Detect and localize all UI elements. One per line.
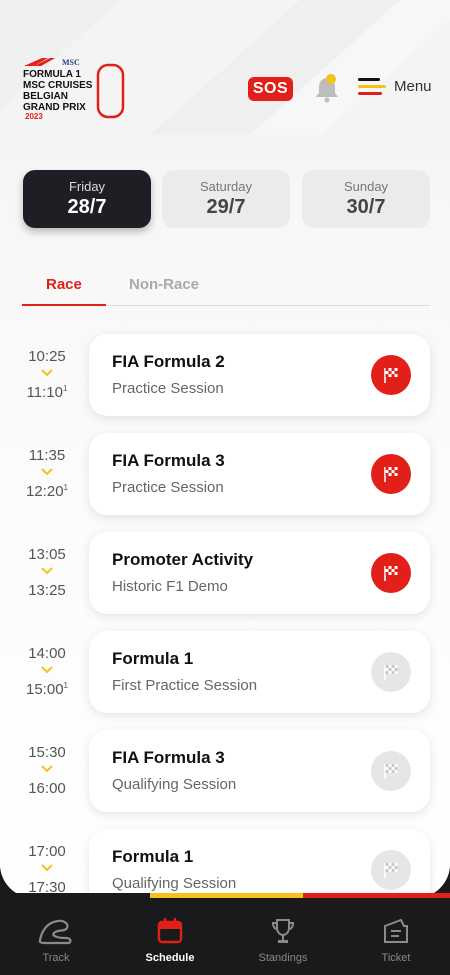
- session-card[interactable]: FIA Formula 3 Practice Session: [89, 433, 430, 515]
- menu-button[interactable]: Menu: [358, 76, 432, 96]
- day-date: 28/7: [67, 196, 107, 218]
- calendar-icon: [157, 918, 183, 944]
- end-time-marker: 1: [63, 483, 68, 492]
- chevron-down-icon: [41, 468, 53, 476]
- session-title: Formula 1: [112, 847, 194, 866]
- day-saturday[interactable]: Saturday 29/7: [162, 170, 290, 228]
- checkered-flag-icon[interactable]: [371, 553, 411, 593]
- day-name: Sunday: [343, 179, 389, 194]
- active-tab-indicator: [22, 304, 106, 306]
- category-tabs: Race Non-Race: [22, 268, 430, 306]
- schedule-row: 13:05 13:25 Promoter Activity Historic F…: [0, 532, 450, 614]
- start-time: 11:35: [28, 447, 66, 464]
- session-title: Formula 1: [112, 649, 194, 668]
- svg-text:2023: 2023: [25, 112, 43, 121]
- checkered-flag-icon[interactable]: [371, 850, 411, 890]
- end-time-value: 16:00: [28, 780, 66, 797]
- menu-label: Menu: [394, 77, 432, 95]
- session-subtitle: Qualifying Session: [112, 875, 237, 892]
- end-time-value: 15:00: [26, 681, 64, 698]
- checkered-flag-icon[interactable]: [371, 454, 411, 494]
- bottom-nav: Track Schedule Standings Ticket: [0, 898, 450, 975]
- day-name: Saturday: [199, 179, 253, 194]
- end-time: 11:101: [18, 384, 76, 401]
- tab-race[interactable]: Race: [46, 276, 82, 293]
- session-title: FIA Formula 2: [112, 352, 225, 371]
- end-time-marker: 1: [62, 384, 68, 393]
- ticket-icon: [384, 918, 408, 943]
- session-title: FIA Formula 3: [112, 748, 225, 767]
- svg-text:MSC: MSC: [62, 58, 80, 67]
- start-time: 13:05: [28, 546, 66, 563]
- nav-label: Track: [42, 952, 70, 964]
- schedule-row: 14:00 15:001 Formula 1 First Practice Se…: [0, 631, 450, 713]
- schedule-row: 17:00 17:30 Formula 1 Qualifying Session: [0, 829, 450, 898]
- belgian-gp-logo[interactable]: MSC FORMULA 1 MSC CRUISES BELGIAN GRAND …: [22, 56, 126, 122]
- end-time: 13:25: [18, 582, 76, 599]
- end-time: 15:001: [18, 681, 76, 698]
- end-time-value: 12:20: [26, 483, 64, 500]
- session-title: Promoter Activity: [112, 550, 254, 569]
- chevron-down-icon: [41, 666, 53, 674]
- session-card[interactable]: Promoter Activity Historic F1 Demo: [89, 532, 430, 614]
- session-card[interactable]: Formula 1 Qualifying Session: [89, 829, 430, 898]
- start-time: 14:00: [28, 645, 66, 662]
- notification-dot: [326, 74, 336, 84]
- end-time-value: 13:25: [28, 582, 66, 599]
- svg-text:FORMULA 1: FORMULA 1: [23, 69, 81, 80]
- chevron-down-icon: [41, 765, 53, 773]
- nav-ticket[interactable]: Ticket: [340, 916, 450, 964]
- nav-standings[interactable]: Standings: [227, 916, 339, 964]
- session-card[interactable]: FIA Formula 2 Practice Session: [89, 334, 430, 416]
- chevron-down-icon: [41, 864, 53, 872]
- tab-non-race[interactable]: Non-Race: [129, 276, 199, 293]
- app-screen: MSC FORMULA 1 MSC CRUISES BELGIAN GRAND …: [0, 0, 450, 898]
- nav-label: Schedule: [145, 952, 195, 964]
- start-time: 17:00: [28, 843, 66, 860]
- day-name: Friday: [68, 179, 106, 194]
- session-title: FIA Formula 3: [112, 451, 225, 470]
- session-subtitle: Historic F1 Demo: [112, 578, 228, 595]
- track-icon: [38, 919, 72, 945]
- schedule-row: 11:35 12:201 FIA Formula 3 Practice Sess…: [0, 433, 450, 515]
- checkered-flag-icon[interactable]: [371, 652, 411, 692]
- session-card[interactable]: Formula 1 First Practice Session: [89, 631, 430, 713]
- start-time: 15:30: [28, 744, 66, 761]
- day-date: 29/7: [206, 196, 246, 218]
- end-time: 12:201: [18, 483, 76, 500]
- nav-schedule[interactable]: Schedule: [114, 916, 226, 964]
- session-subtitle: Practice Session: [112, 479, 224, 496]
- end-time-value: 11:10: [26, 384, 63, 401]
- day-friday[interactable]: Friday 28/7: [23, 170, 151, 228]
- svg-text:BELGIAN: BELGIAN: [23, 91, 68, 102]
- hamburger-icon: [358, 76, 386, 96]
- day-sunday[interactable]: Sunday 30/7: [302, 170, 430, 228]
- checkered-flag-icon[interactable]: [371, 355, 411, 395]
- session-card[interactable]: FIA Formula 3 Qualifying Session: [89, 730, 430, 812]
- session-subtitle: Practice Session: [112, 380, 224, 397]
- svg-text:MSC CRUISES: MSC CRUISES: [23, 80, 93, 91]
- nav-label: Ticket: [381, 952, 411, 964]
- schedule-row: 10:25 11:101 FIA Formula 2 Practice Sess…: [0, 334, 450, 416]
- day-date: 30/7: [346, 196, 386, 218]
- checkered-flag-icon[interactable]: [371, 751, 411, 791]
- session-subtitle: First Practice Session: [112, 677, 258, 694]
- end-time-marker: 1: [63, 681, 68, 690]
- nav-track[interactable]: Track: [0, 916, 112, 964]
- nav-label: Standings: [258, 952, 308, 964]
- schedule-row: 15:30 16:00 FIA Formula 3 Qualifying Ses…: [0, 730, 450, 812]
- chevron-down-icon: [41, 369, 53, 377]
- start-time: 10:25: [28, 348, 66, 365]
- sos-button[interactable]: SOS: [248, 77, 293, 101]
- end-time: 16:00: [18, 780, 76, 797]
- chevron-down-icon: [41, 567, 53, 575]
- session-subtitle: Qualifying Session: [112, 776, 237, 793]
- trophy-icon: [271, 919, 295, 943]
